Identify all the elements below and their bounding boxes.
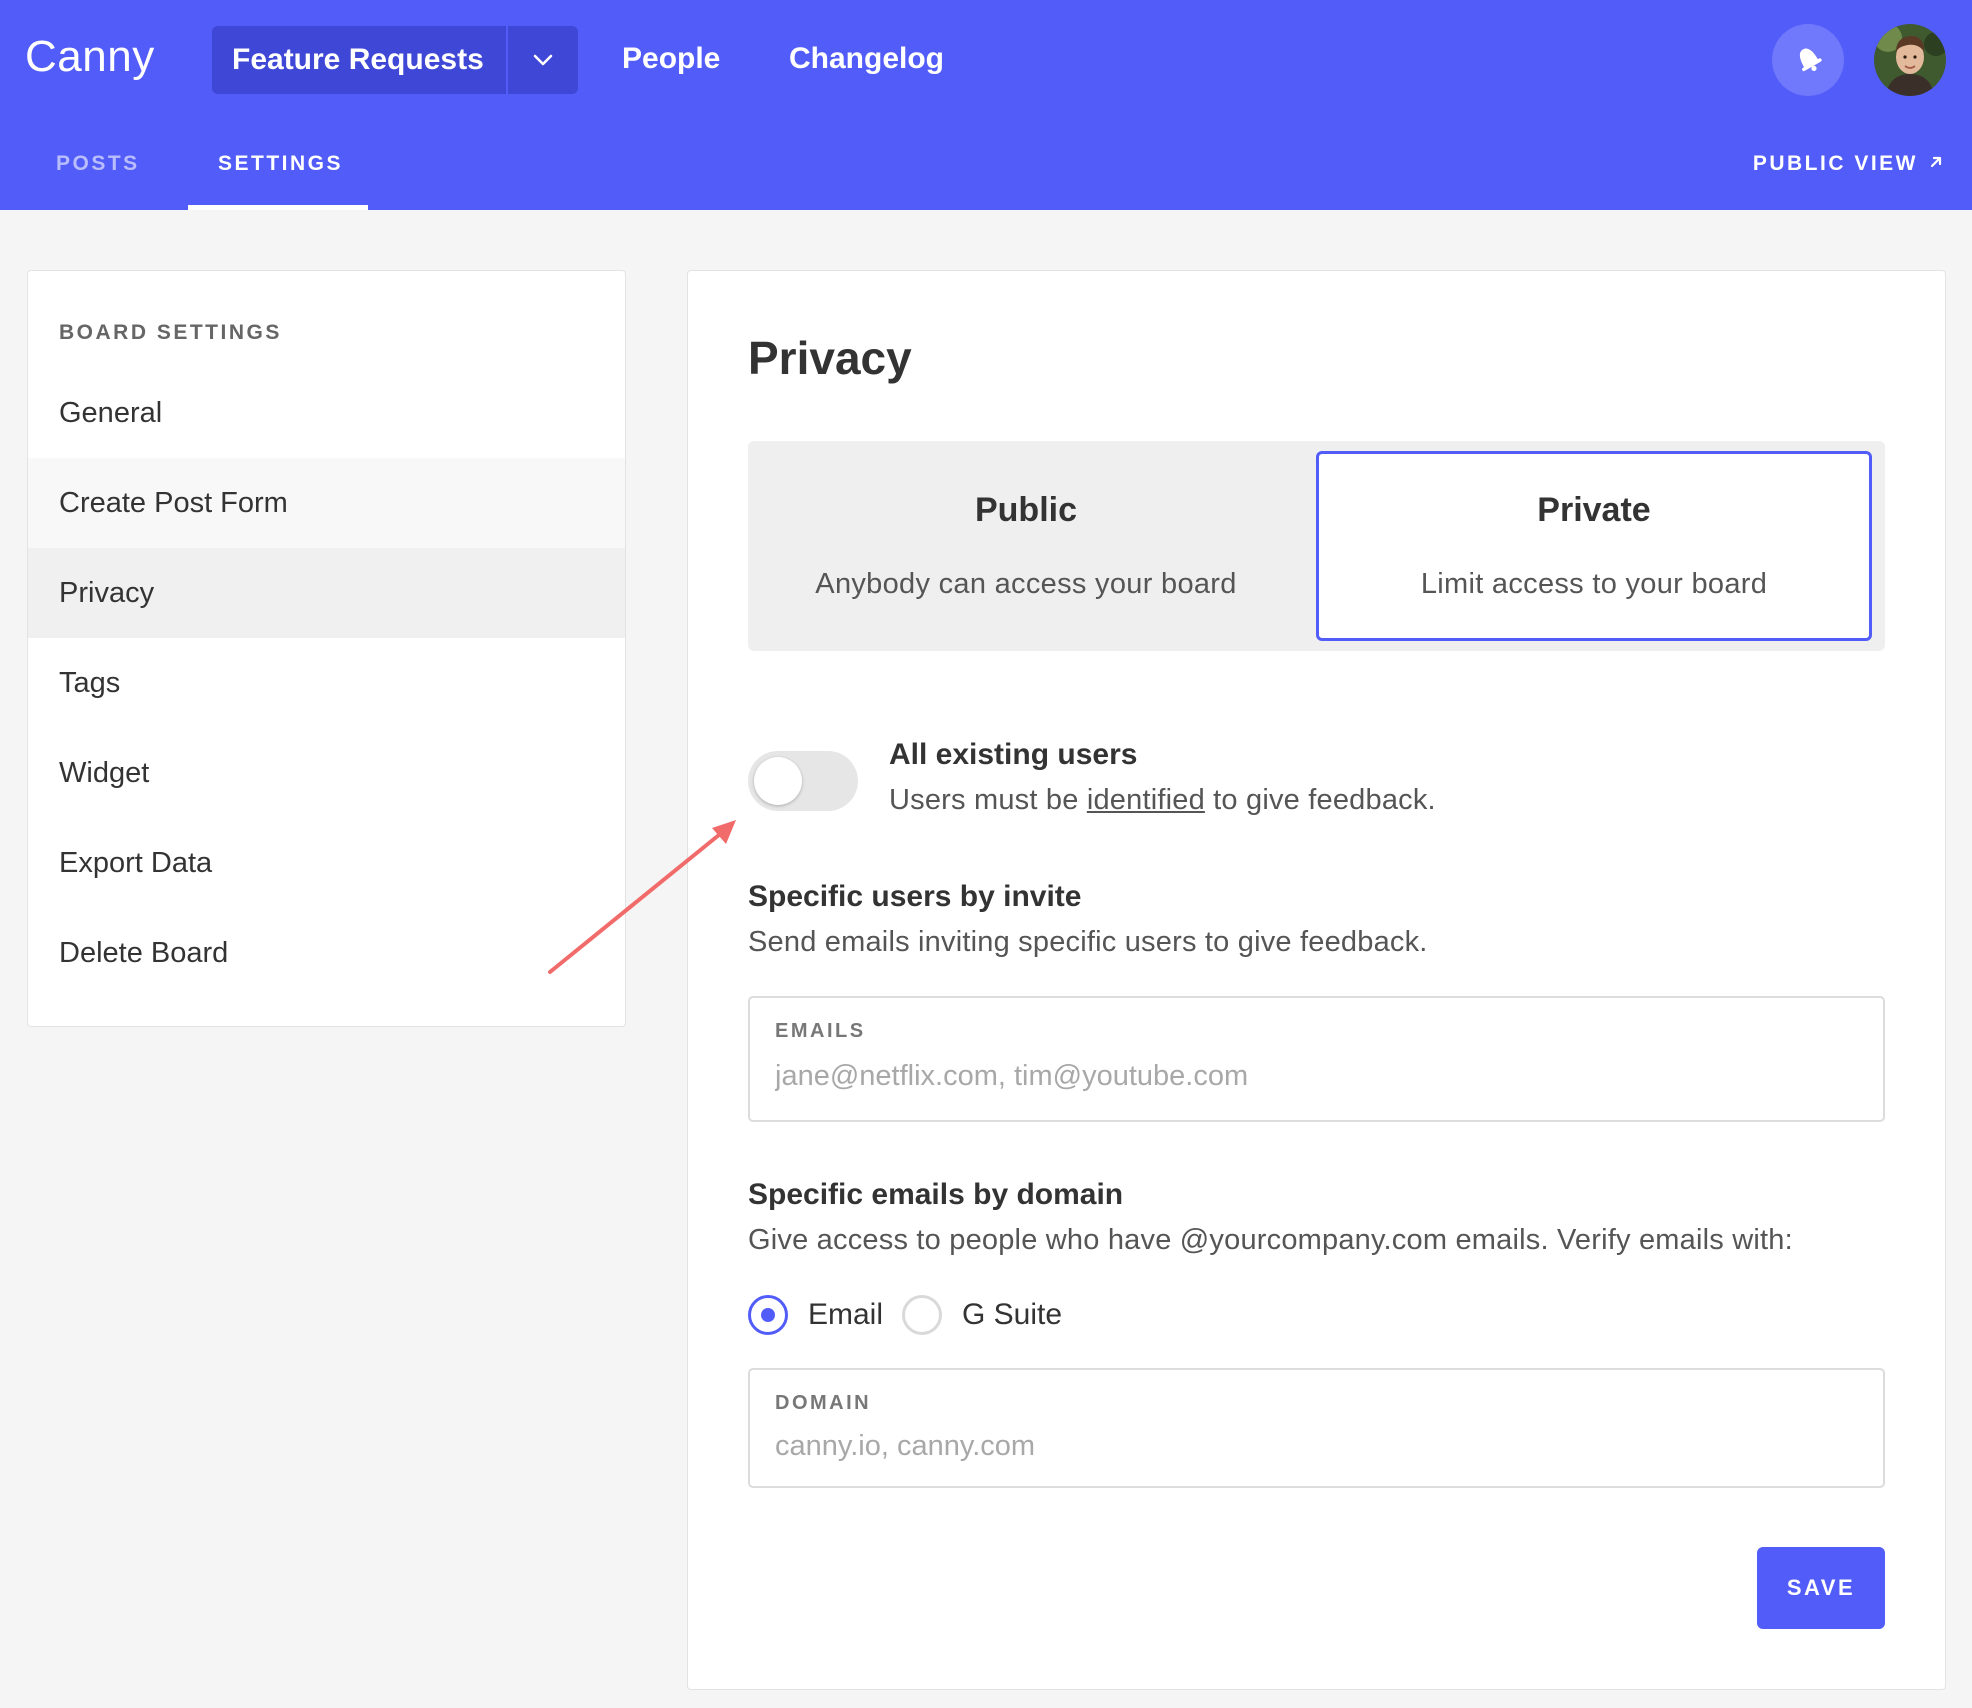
nav-changelog-link[interactable]: Changelog xyxy=(789,42,944,76)
save-button[interactable]: SAVE xyxy=(1757,1547,1885,1629)
page-title: Privacy xyxy=(748,332,912,384)
sidebar-item-export-data[interactable]: Export Data xyxy=(28,818,625,908)
tab-posts[interactable]: POSTS xyxy=(56,152,140,176)
private-option-desc: Limit access to your board xyxy=(1420,568,1768,600)
emails-field[interactable]: EMAILS xyxy=(748,996,1885,1122)
public-view-label: PUBLIC VIEW xyxy=(1752,152,1918,175)
domain-title: Specific emails by domain xyxy=(748,1178,1124,1211)
sidebar-item-create-post-form[interactable]: Create Post Form xyxy=(28,458,625,548)
radio-checked-icon[interactable] xyxy=(748,1295,788,1335)
top-header: Canny Feature Requests People Changelog xyxy=(0,0,1972,210)
board-selector-label[interactable]: Feature Requests xyxy=(212,43,506,77)
domain-desc: Give access to people who have @yourcomp… xyxy=(748,1224,1793,1256)
private-option-title: Private xyxy=(1537,491,1651,529)
public-view-link[interactable]: PUBLIC VIEW xyxy=(1753,152,1944,176)
nav-people-link[interactable]: People xyxy=(622,42,720,76)
tab-settings[interactable]: SETTINGS xyxy=(218,152,343,176)
verify-email-label: Email xyxy=(808,1298,884,1331)
canny-logo[interactable]: Canny xyxy=(25,32,155,82)
notifications-button[interactable] xyxy=(1772,24,1844,96)
annotation-arrow-icon xyxy=(548,820,736,974)
public-option-desc: Anybody can access your board xyxy=(815,568,1237,600)
verify-email-radio[interactable]: Email xyxy=(748,1295,883,1335)
existing-users-title: All existing users xyxy=(889,738,1138,771)
privacy-settings-panel: Privacy Public Anybody can access your b… xyxy=(687,270,1946,1690)
existing-users-desc: Users must be identified to give feedbac… xyxy=(889,784,1436,817)
board-selector[interactable]: Feature Requests xyxy=(212,26,578,94)
domain-input[interactable] xyxy=(775,1430,1855,1463)
existing-users-desc-prefix: Users must be xyxy=(889,784,1087,816)
identified-link[interactable]: identified xyxy=(1087,784,1205,816)
emails-field-label: EMAILS xyxy=(775,1020,866,1042)
sidebar-item-privacy[interactable]: Privacy xyxy=(28,548,625,638)
sidebar-item-tags[interactable]: Tags xyxy=(28,638,625,728)
domain-field-label: DOMAIN xyxy=(775,1392,872,1414)
public-option-title: Public xyxy=(974,491,1078,529)
arrow-up-right-icon xyxy=(1928,152,1944,176)
sidebar-item-delete-board[interactable]: Delete Board xyxy=(28,908,625,998)
board-settings-sidebar: BOARD SETTINGS General Create Post Form … xyxy=(27,270,626,1027)
bell-icon xyxy=(1791,41,1825,80)
existing-users-toggle[interactable] xyxy=(748,751,858,811)
toggle-knob xyxy=(754,757,802,805)
public-option[interactable]: Public Anybody can access your board xyxy=(748,451,1304,641)
verify-gsuite-label: G Suite xyxy=(962,1298,1063,1331)
chevron-down-icon[interactable] xyxy=(508,26,578,94)
privacy-mode-selector: Public Anybody can access your board Pri… xyxy=(748,441,1885,651)
sidebar-item-general[interactable]: General xyxy=(28,368,625,458)
sidebar-heading: BOARD SETTINGS xyxy=(59,321,282,344)
existing-users-desc-suffix: to give feedback. xyxy=(1204,784,1436,816)
private-option[interactable]: Private Limit access to your board xyxy=(1316,451,1872,641)
domain-field[interactable]: DOMAIN xyxy=(748,1368,1885,1488)
invite-desc: Send emails inviting specific users to g… xyxy=(748,926,1428,958)
active-tab-indicator xyxy=(188,205,368,210)
radio-unchecked-icon[interactable] xyxy=(902,1295,942,1335)
user-avatar[interactable] xyxy=(1874,24,1946,96)
emails-input[interactable] xyxy=(775,1060,1855,1093)
verify-gsuite-radio[interactable]: G Suite xyxy=(902,1295,1062,1335)
sidebar-item-widget[interactable]: Widget xyxy=(28,728,625,818)
invite-title: Specific users by invite xyxy=(748,880,1082,913)
